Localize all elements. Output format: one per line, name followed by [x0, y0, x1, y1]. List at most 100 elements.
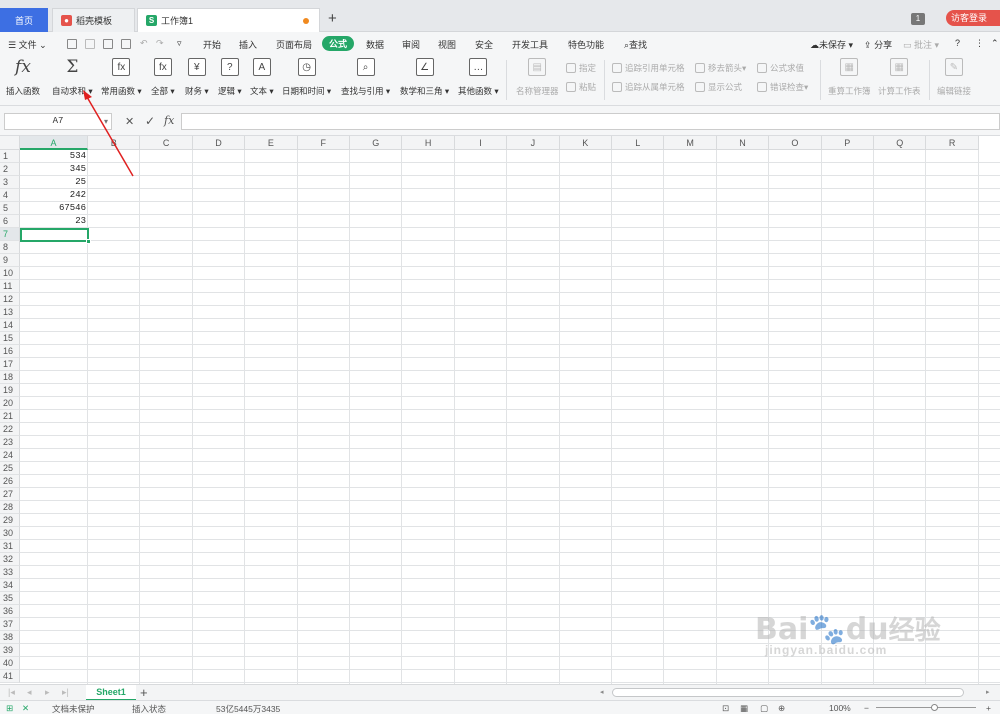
name-box[interactable]: A7 — [4, 113, 112, 130]
active-cell-selection[interactable] — [20, 228, 89, 242]
formula-input[interactable] — [181, 113, 1000, 130]
error-check-button[interactable]: 错误检查 ▾ — [757, 81, 808, 93]
show-formulas-button[interactable]: 显示公式 — [695, 81, 742, 93]
tab-home[interactable]: 首页 — [0, 8, 48, 32]
column-header-n[interactable]: N — [716, 136, 770, 150]
zoom-in-icon[interactable]: + — [986, 703, 991, 713]
menu-developer[interactable]: 开发工具 — [512, 38, 548, 51]
row-header-7[interactable]: 7 — [0, 228, 20, 241]
document-protect-status[interactable]: 文档未保护 — [52, 703, 95, 715]
row-header-2[interactable]: 2 — [0, 163, 20, 176]
confirm-icon[interactable]: ✓ — [145, 114, 155, 128]
column-header-e[interactable]: E — [245, 136, 298, 150]
row-header-37[interactable]: 37 — [0, 618, 20, 631]
menu-home[interactable]: 开始 — [203, 38, 221, 51]
row-header-39[interactable]: 39 — [0, 644, 20, 657]
autosum-button[interactable]: Σ 自动求和 ▾ — [52, 57, 93, 97]
menu-view[interactable]: 视图 — [438, 38, 456, 51]
row-header-12[interactable]: 12 — [0, 293, 20, 306]
row-header-19[interactable]: 19 — [0, 384, 20, 397]
login-button[interactable]: 访客登录 — [946, 10, 1000, 26]
scroll-left-icon[interactable]: ◂ — [600, 688, 604, 696]
row-header-5[interactable]: 5 — [0, 202, 20, 215]
tab-template[interactable]: ● 稻壳模板 — [52, 8, 135, 32]
column-header-r[interactable]: R — [926, 136, 979, 150]
trace-dependents-button[interactable]: 追踪从属单元格 — [612, 81, 685, 93]
cell-a5[interactable]: 67546 — [20, 202, 88, 215]
reading-mode-icon[interactable]: ⊕ — [778, 703, 785, 714]
column-header-i[interactable]: I — [454, 136, 508, 150]
row-header-4[interactable]: 4 — [0, 189, 20, 202]
common-functions-button[interactable]: fx 常用函数 ▾ — [101, 58, 142, 97]
math-functions-button[interactable]: ∠ 数学和三角 ▾ — [400, 58, 449, 97]
zoom-level[interactable]: 100% — [829, 703, 851, 713]
calc-sheet-button[interactable]: ▦ 计算工作表 — [878, 58, 921, 97]
row-header-38[interactable]: 38 — [0, 631, 20, 644]
row-header-32[interactable]: 32 — [0, 553, 20, 566]
column-header-f[interactable]: F — [297, 136, 350, 150]
fill-handle[interactable] — [86, 239, 91, 244]
row-header-10[interactable]: 10 — [0, 267, 20, 280]
column-header-b[interactable]: B — [88, 136, 141, 150]
tab-workbook[interactable]: S 工作簿1 — [137, 8, 320, 32]
zoom-out-icon[interactable]: − — [864, 703, 869, 713]
row-header-17[interactable]: 17 — [0, 358, 20, 371]
cell-a2[interactable]: 345 — [20, 163, 88, 176]
name-box-dropdown-icon[interactable]: ▾ — [104, 117, 108, 126]
column-header-k[interactable]: K — [559, 136, 612, 150]
unsaved-button[interactable]: ☁未保存 ▾ — [810, 38, 853, 51]
zoom-slider[interactable] — [876, 707, 976, 708]
select-all-corner[interactable] — [0, 136, 20, 150]
row-header-25[interactable]: 25 — [0, 462, 20, 475]
menu-review[interactable]: 审阅 — [402, 38, 420, 51]
save-icon[interactable] — [67, 39, 77, 49]
row-header-9[interactable]: 9 — [0, 254, 20, 267]
menu-page-layout[interactable]: 页面布局 — [276, 38, 312, 51]
column-header-c[interactable]: C — [140, 136, 193, 150]
horizontal-scrollbar[interactable] — [612, 688, 964, 697]
collapse-ribbon-icon[interactable]: ⌃ — [991, 38, 999, 49]
last-sheet-icon[interactable]: ▸| — [62, 687, 69, 698]
row-header-8[interactable]: 8 — [0, 241, 20, 254]
row-header-24[interactable]: 24 — [0, 449, 20, 462]
menu-security[interactable]: 安全 — [475, 38, 493, 51]
column-header-h[interactable]: H — [402, 136, 455, 150]
menu-special[interactable]: 特色功能 — [568, 38, 604, 51]
row-header-26[interactable]: 26 — [0, 475, 20, 488]
column-header-a[interactable]: A — [20, 136, 88, 150]
specify-button[interactable]: 指定 — [566, 62, 596, 74]
quick-access-dropdown-icon[interactable]: ▿ — [177, 38, 182, 49]
row-header-41[interactable]: 41 — [0, 670, 20, 683]
row-header-34[interactable]: 34 — [0, 579, 20, 592]
help-icon[interactable]: ? — [955, 38, 960, 48]
row-header-13[interactable]: 13 — [0, 306, 20, 319]
fx-button[interactable]: fx — [164, 114, 174, 127]
normal-view-icon[interactable]: ⊡ — [722, 703, 729, 714]
evaluate-formula-button[interactable]: 公式求值 — [757, 62, 804, 74]
comment-button[interactable]: ▭ 批注 ▾ — [903, 38, 939, 51]
trace-precedents-button[interactable]: 追踪引用单元格 — [612, 62, 685, 74]
column-header-p[interactable]: P — [821, 136, 874, 150]
name-manager-button[interactable]: ▤ 名称管理器 — [516, 58, 559, 97]
row-header-6[interactable]: 6 — [0, 215, 20, 228]
row-header-14[interactable]: 14 — [0, 319, 20, 332]
redo-icon[interactable]: ↷ — [156, 38, 164, 49]
remove-arrows-button[interactable]: 移去箭头 ▾ — [695, 62, 746, 74]
more-icon[interactable]: ⋮ — [975, 38, 984, 49]
insert-function-button[interactable]: fx 插入函数 — [6, 57, 40, 97]
cancel-icon[interactable]: ✕ — [125, 115, 134, 128]
row-header-36[interactable]: 36 — [0, 605, 20, 618]
row-header-3[interactable]: 3 — [0, 176, 20, 189]
page-layout-view-icon[interactable]: ▦ — [740, 703, 748, 714]
format-painter-icon[interactable] — [85, 39, 95, 49]
print-icon[interactable] — [103, 39, 113, 49]
datetime-functions-button[interactable]: ◷ 日期和时间 ▾ — [282, 58, 331, 97]
menu-insert[interactable]: 插入 — [239, 38, 257, 51]
row-header-23[interactable]: 23 — [0, 436, 20, 449]
column-header-o[interactable]: O — [769, 136, 822, 150]
undo-icon[interactable]: ↶ — [140, 38, 148, 49]
recalc-workbook-button[interactable]: ▦ 重算工作簿 — [828, 58, 871, 97]
lookup-functions-button[interactable]: ⌕ 查找与引用 ▾ — [341, 58, 390, 97]
logic-functions-button[interactable]: ? 逻辑 ▾ — [218, 58, 242, 97]
paste-name-button[interactable]: 粘贴 — [566, 81, 596, 93]
